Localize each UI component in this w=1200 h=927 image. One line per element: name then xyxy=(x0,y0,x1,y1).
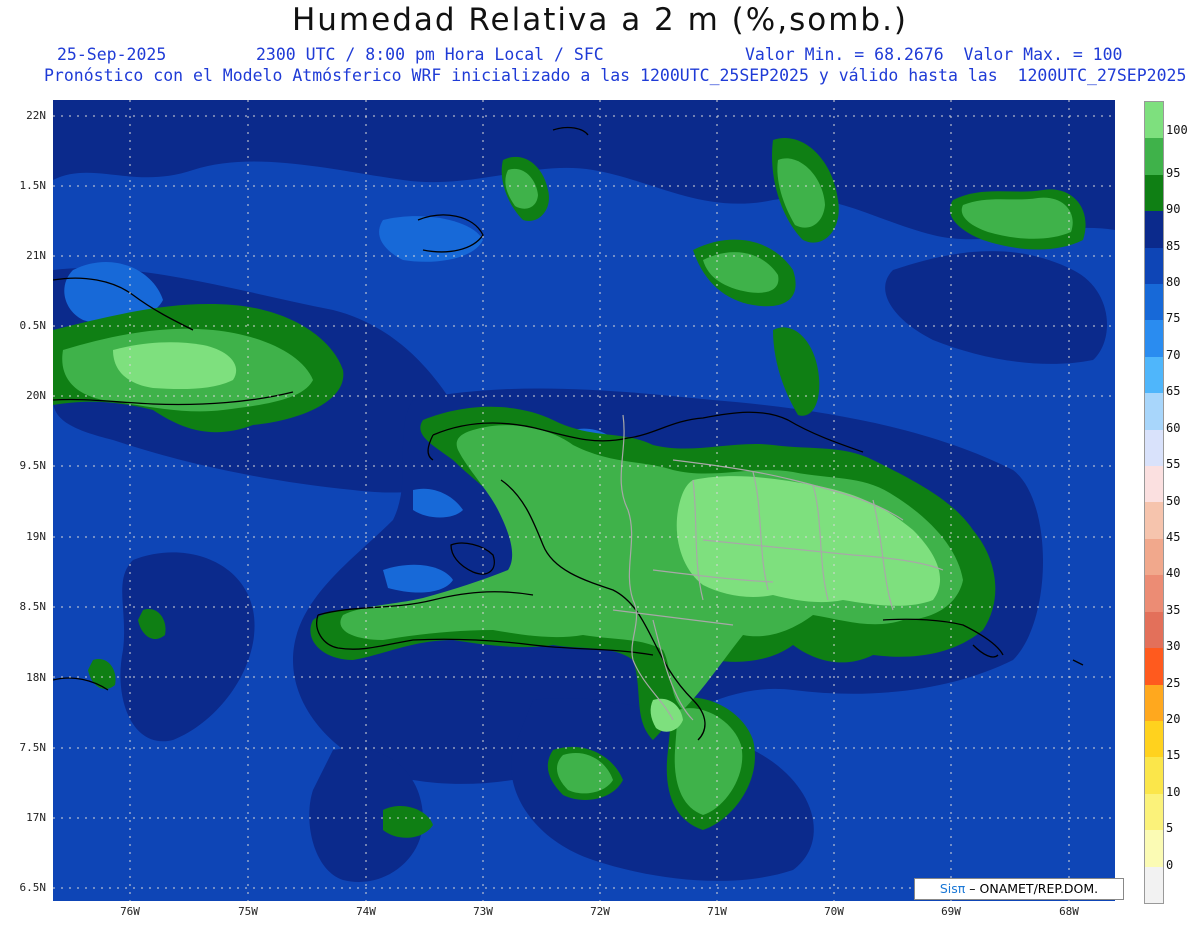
colorbar-segment xyxy=(1145,684,1163,721)
colorbar-segment xyxy=(1145,538,1163,576)
lat-label-21-5n: 1.5N xyxy=(19,179,47,192)
colorbar-label: 50 xyxy=(1166,493,1181,508)
colorbar-segment xyxy=(1145,429,1163,467)
colorbar-segment xyxy=(1145,211,1163,248)
lat-label-17n: 17N xyxy=(26,811,46,824)
credit-box: Sisπ – ONAMET/REP.DOM. xyxy=(914,878,1124,900)
colorbar-segment xyxy=(1145,247,1163,285)
colorbar-segment xyxy=(1145,356,1163,394)
colorbar-label: 30 xyxy=(1166,639,1181,654)
colorbar-segment xyxy=(1145,466,1163,503)
colorbar-segment xyxy=(1145,174,1163,212)
colorbar-label: 5 xyxy=(1166,821,1174,836)
forecast-date: 25-Sep-2025 xyxy=(57,45,167,64)
lon-label-75w: 75W xyxy=(238,905,258,918)
map-title: Humedad Relativa a 2 m (%,somb.) xyxy=(291,2,909,38)
colorbar-label: 90 xyxy=(1166,202,1181,217)
colorbar-segment xyxy=(1145,320,1163,357)
colorbar-segment xyxy=(1145,284,1163,321)
lon-label-76w: 76W xyxy=(120,905,140,918)
lat-label-18-5n: 8.5N xyxy=(19,600,47,613)
colorbar-label: 75 xyxy=(1166,311,1181,326)
colorbar-label: 95 xyxy=(1166,165,1181,180)
lon-label-73w: 73W xyxy=(473,905,493,918)
colorbar-segment xyxy=(1145,575,1163,612)
colorbar-label: 45 xyxy=(1166,529,1181,544)
lon-label-70w: 70W xyxy=(824,905,844,918)
colorbar-segment xyxy=(1145,830,1163,867)
colorbar-segment xyxy=(1145,138,1163,175)
lat-label-21n: 21N xyxy=(26,249,46,262)
colorbar-label: 60 xyxy=(1166,420,1181,435)
colorbar-label: 20 xyxy=(1166,711,1181,726)
colorbar-label: 100 xyxy=(1166,123,1188,138)
colorbar-segment xyxy=(1145,611,1163,649)
lat-label-16-5n: 6.5N xyxy=(19,881,47,894)
lat-label-22n: 22N xyxy=(26,109,46,122)
colorbar-label: 55 xyxy=(1166,457,1181,472)
colorbar-label: 65 xyxy=(1166,384,1181,399)
valid-time: 2300 UTC / 8:00 pm Hora Local / SFC xyxy=(256,45,604,64)
lon-label-72w: 72W xyxy=(590,905,610,918)
lat-label-20-5n: 0.5N xyxy=(19,319,47,332)
lat-label-17-5n: 7.5N xyxy=(19,741,47,754)
map-plot-area xyxy=(53,100,1115,901)
lat-label-18n: 18N xyxy=(26,671,46,684)
lon-label-71w: 71W xyxy=(707,905,727,918)
forecast-info: Pronóstico con el Modelo Atmósferico WRF… xyxy=(44,66,1187,85)
lat-label-20n: 20N xyxy=(26,389,46,402)
colorbar-label: 80 xyxy=(1166,275,1181,290)
colorbar-label: 35 xyxy=(1166,602,1181,617)
colorbar-segment xyxy=(1145,757,1163,794)
colorbar-label: 25 xyxy=(1166,675,1181,690)
colorbar-segment xyxy=(1145,502,1163,539)
credit-org: – ONAMET/REP.DOM. xyxy=(969,881,1099,896)
colorbar-segment xyxy=(1145,102,1163,139)
lon-label-69w: 69W xyxy=(941,905,961,918)
colorbar-label: 15 xyxy=(1166,748,1181,763)
credit-sis: Sisπ xyxy=(939,881,966,896)
colorbar-segment xyxy=(1145,793,1163,831)
colorbar-segment xyxy=(1145,648,1163,685)
colorbar-label: 40 xyxy=(1166,566,1181,581)
colorbar-label: 10 xyxy=(1166,784,1181,799)
lon-label-74w: 74W xyxy=(356,905,376,918)
lat-label-19-5n: 9.5N xyxy=(19,459,47,472)
colorbar-segment xyxy=(1145,393,1163,430)
min-max-values: Valor Min. = 68.2676 Valor Max. = 100 xyxy=(745,45,1123,64)
colorbar-label: 0 xyxy=(1166,857,1174,872)
lon-label-68w: 68W xyxy=(1059,905,1079,918)
lat-label-19n: 19N xyxy=(26,530,46,543)
humidity-field xyxy=(53,100,1115,901)
colorbar-label: 70 xyxy=(1166,347,1181,362)
colorbar-segment xyxy=(1145,866,1163,903)
colorbar xyxy=(1144,101,1164,904)
colorbar-segment xyxy=(1145,720,1163,758)
colorbar-label: 85 xyxy=(1166,238,1181,253)
